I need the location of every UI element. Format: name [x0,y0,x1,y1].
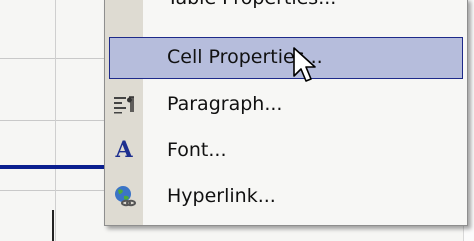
menu-item-paragraph[interactable]: Paragraph... [105,81,467,127]
menu-item-label: Hyperlink... [167,185,276,207]
menu-item-label: Font... [167,139,227,161]
menu-item-cell-properties[interactable]: Cell Properties... [105,35,467,81]
paragraph-icon [105,81,143,127]
table-border [52,210,54,241]
font-icon: A [115,137,133,163]
table-gridline [55,0,56,241]
mouse-pointer-icon [293,47,316,82]
menu-item-label: Paragraph... [167,93,283,115]
hyperlink-globe-icon [105,173,143,219]
menu-item-hyperlink[interactable]: Hyperlink... [105,173,467,219]
menu-item-font[interactable]: A Font... [105,127,467,173]
menu-item-label: Table Properties... [167,0,336,9]
context-menu: Table Properties... Cell Properties... P… [104,0,468,226]
menu-item-table-properties[interactable]: Table Properties... [105,0,467,17]
